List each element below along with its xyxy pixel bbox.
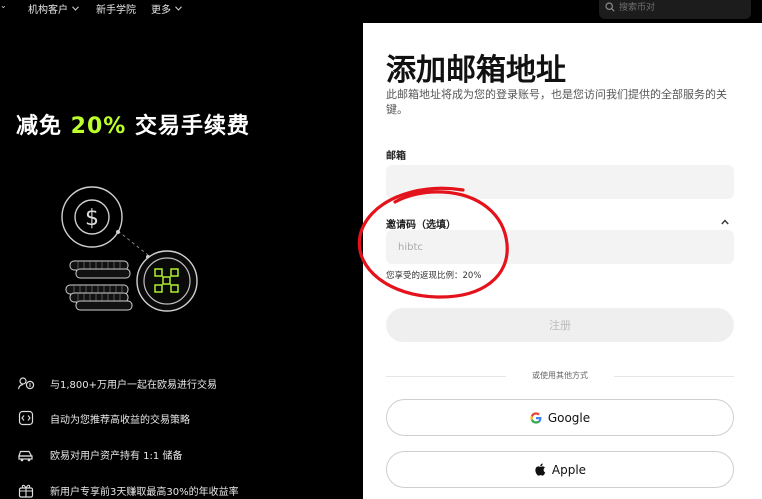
- register-button[interactable]: 注册: [386, 308, 734, 342]
- feature-item: 新用户专享前3天赚取最高30%的年收益率: [16, 478, 356, 499]
- promo-title: 减免 20% 交易手续费: [16, 108, 250, 140]
- nav-item-institutional[interactable]: 机构客户: [28, 1, 79, 16]
- nav-item-label: 更多: [151, 5, 171, 16]
- nav-item-academy[interactable]: 新手学院: [96, 1, 136, 16]
- email-label: 邮箱: [386, 151, 406, 162]
- google-signin-button[interactable]: Google: [386, 399, 734, 436]
- top-nav: ⌄ 机构客户 新手学院 更多 搜索币对: [0, 0, 762, 22]
- coins-illustration: $: [61, 186, 198, 312]
- nav-item-label: 新手学院: [96, 5, 136, 16]
- divider-line: [614, 376, 734, 377]
- search-box[interactable]: 搜索币对: [599, 0, 751, 19]
- feature-text: 自动为您推荐高收益的交易策略: [50, 414, 190, 426]
- annotation-circle: [357, 186, 509, 299]
- nav-prev-chevron[interactable]: ⌄: [0, 1, 7, 10]
- google-icon: [530, 411, 542, 424]
- chevron-down-icon: [72, 6, 79, 11]
- svg-text:$: $: [85, 206, 99, 231]
- google-label: Google: [547, 410, 591, 425]
- promo-title-suffix: 交易手续费: [126, 114, 251, 139]
- nav-item-label: 机构客户: [28, 5, 68, 16]
- feature-text: 欧易对用户资产持有 1:1 储备: [50, 450, 183, 462]
- feature-item: 欧易对用户资产持有 1:1 储备: [16, 442, 356, 466]
- search-placeholder: 搜索币对: [619, 3, 656, 13]
- strategy-icon: [16, 408, 36, 428]
- chevron-up-icon[interactable]: [721, 217, 729, 228]
- feature-text: 与1,800+万用户一起在欧易进行交易: [50, 379, 218, 391]
- reserve-car-icon: [16, 444, 36, 464]
- promo-title-prefix: 减免: [16, 114, 71, 139]
- page-title: 添加邮箱地址: [386, 53, 566, 88]
- form-description: 此邮箱地址将成为您的登录账号，也是您访问我们提供的全部服务的关键。: [386, 88, 727, 116]
- search-icon: [605, 1, 615, 12]
- divider: 或使用其他方式: [386, 370, 734, 382]
- nav-item-more[interactable]: 更多: [151, 1, 182, 16]
- chevron-down-icon: [175, 6, 182, 11]
- feature-item: 自动为您推荐高收益的交易策略: [16, 406, 356, 430]
- feature-item: 与1,800+万用户一起在欧易进行交易: [16, 371, 356, 395]
- feature-text: 新用户专享前3天赚取最高30%的年收益率: [50, 486, 239, 498]
- apple-icon: [535, 463, 546, 476]
- users-exchange-icon: [16, 373, 36, 393]
- gift-icon: [16, 480, 36, 499]
- promo-title-accent: 20%: [70, 114, 127, 139]
- chevron-down-icon: ⌄: [0, 1, 7, 10]
- apple-signin-button[interactable]: Apple: [386, 451, 734, 488]
- apple-label: Apple: [551, 462, 587, 477]
